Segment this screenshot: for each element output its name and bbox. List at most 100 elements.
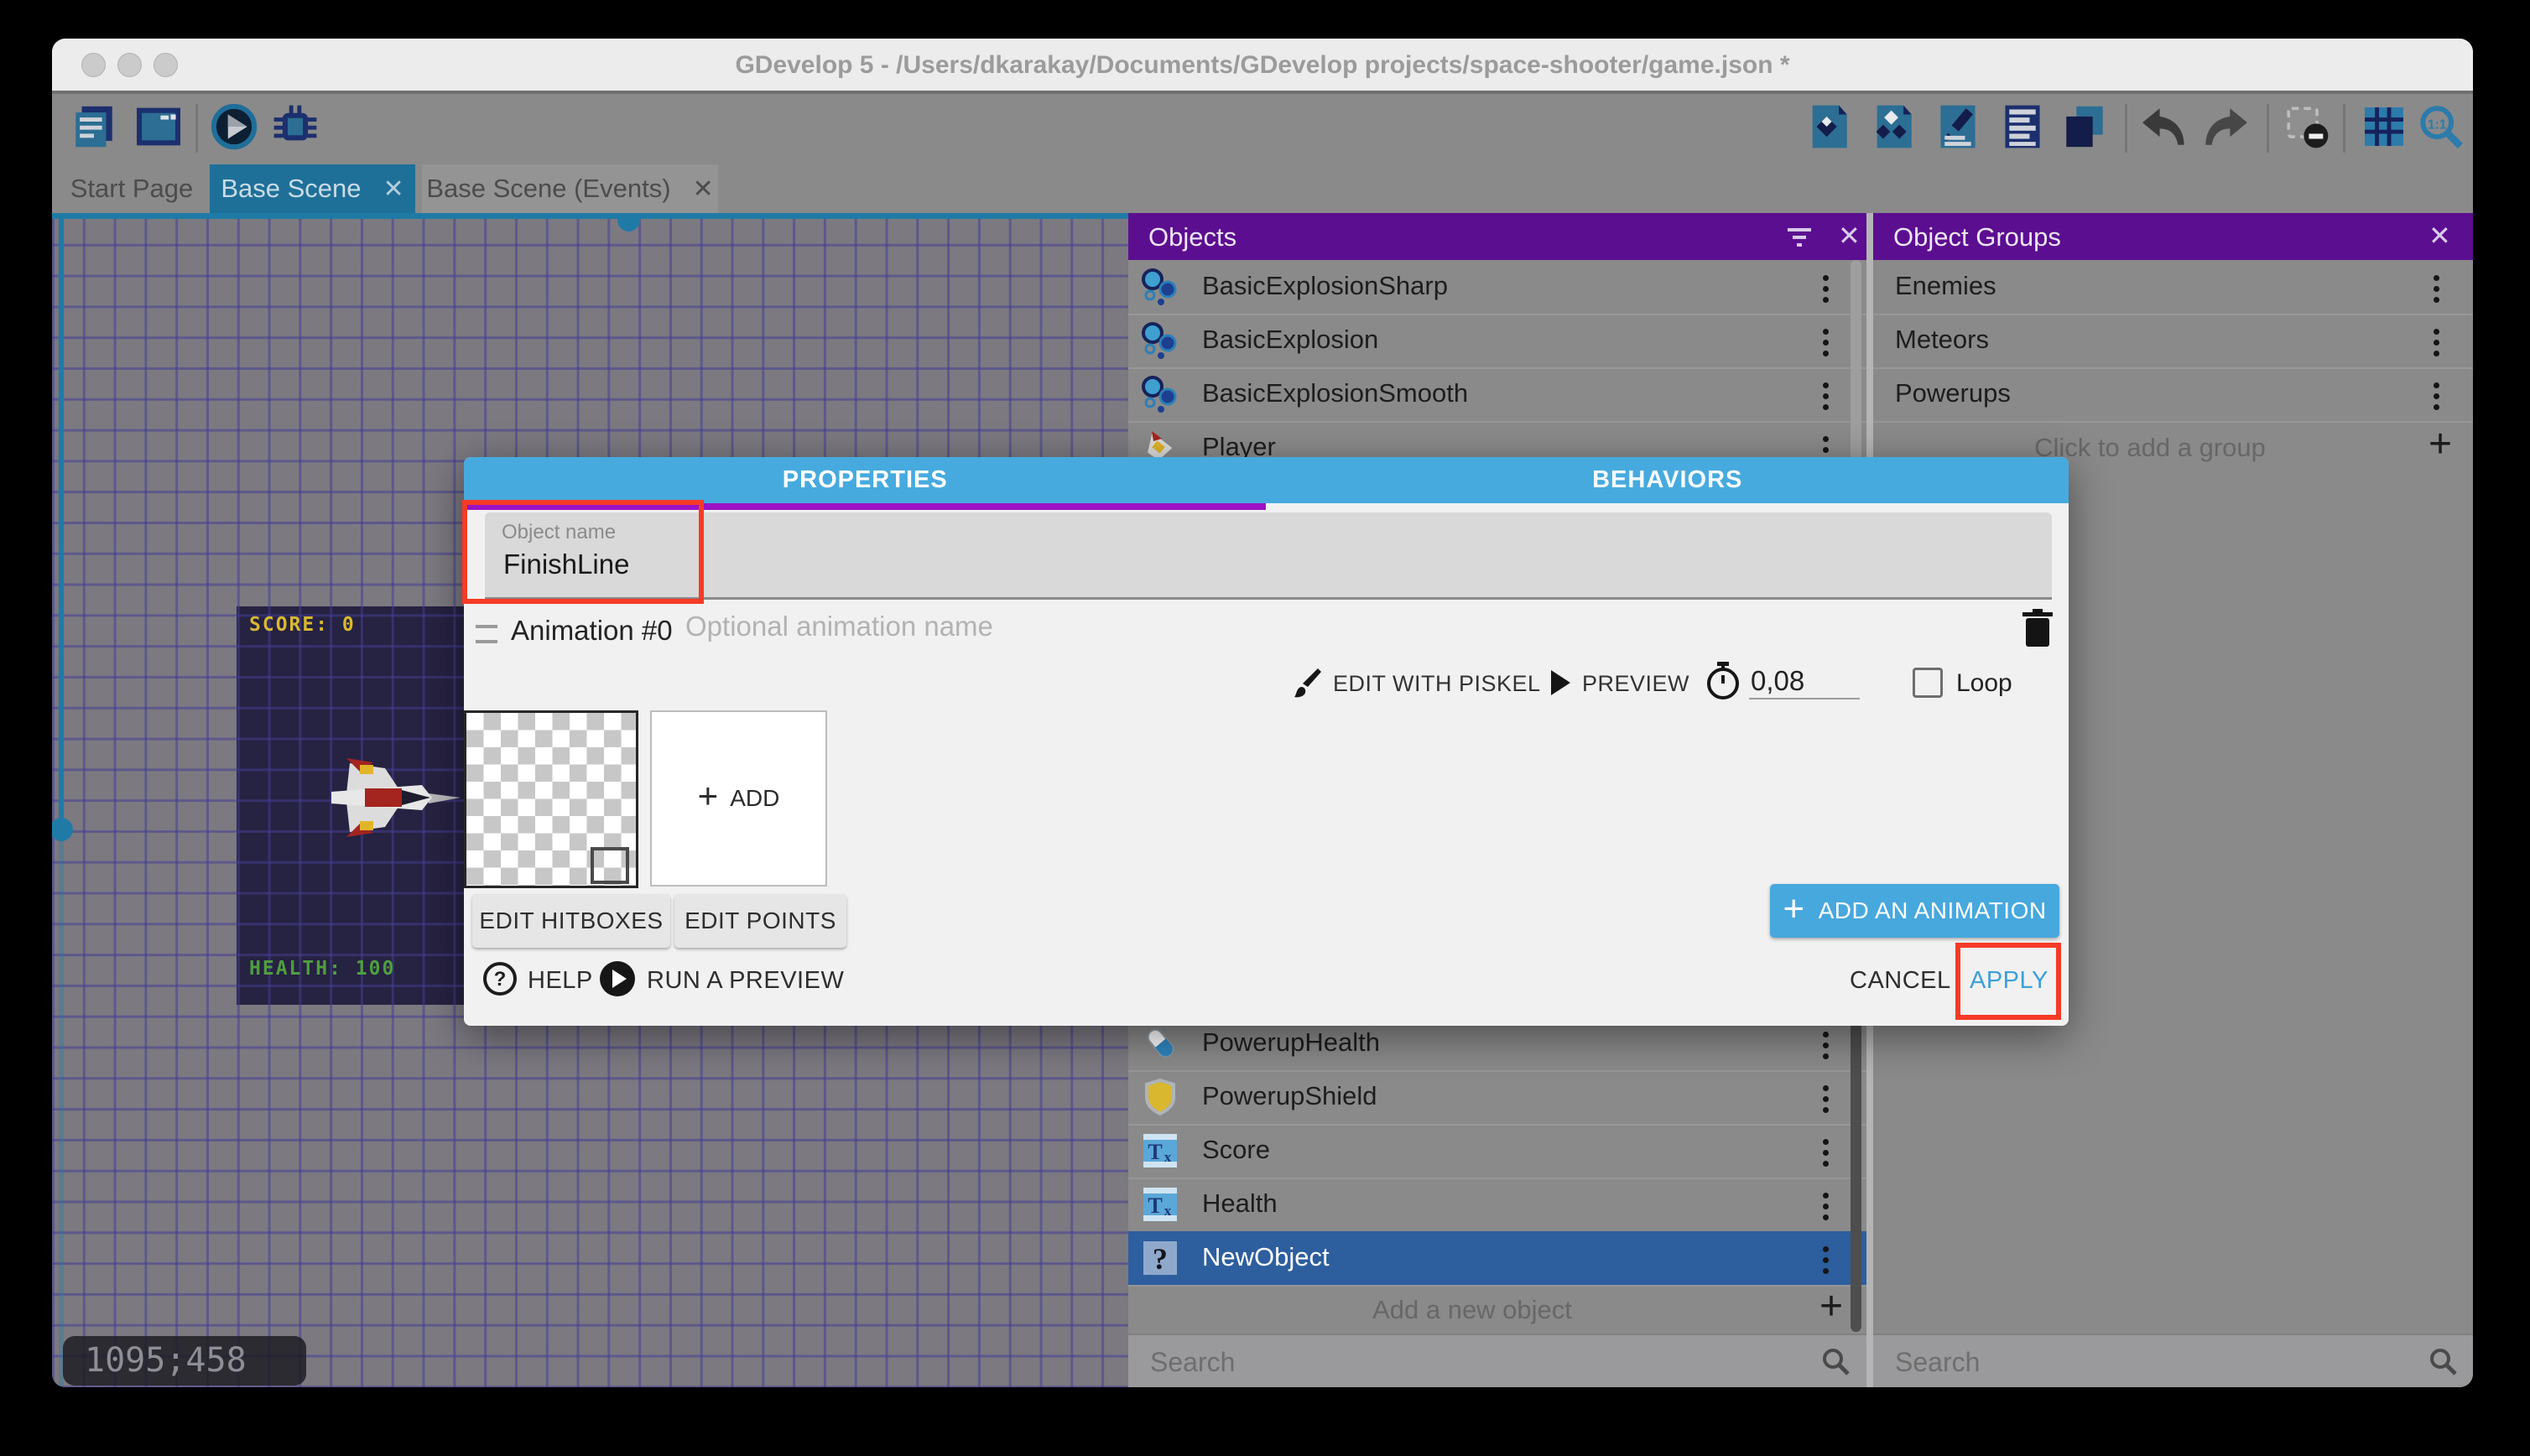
loop-checkbox[interactable] [1913,668,1943,698]
vertical-scrollbar[interactable] [59,213,64,840]
frame-selection-box [591,847,629,884]
window-title: GDevelop 5 - /Users/dkarakay/Documents/G… [52,51,2473,80]
object-row[interactable]: BasicExplosion [1128,314,1866,369]
object-row[interactable]: Tx Score [1128,1124,1866,1179]
toolbar-divider [2343,104,2345,153]
run-preview-icon [598,959,637,998]
title-bar: GDevelop 5 - /Users/dkarakay/Documents/G… [52,39,2473,94]
run-preview-icon[interactable] [210,102,258,151]
main-toolbar: 1:1 [52,94,2473,164]
group-row[interactable]: Meteors [1873,314,2473,369]
object-label: BasicExplosionSmooth [1202,367,1468,419]
object-properties-dialog: PROPERTIES BEHAVIORS Object name Animati… [464,457,2069,1026]
horizontal-scrollbar[interactable] [52,213,1128,219]
layers-icon[interactable] [2060,102,2109,151]
edit-points-button[interactable]: EDIT POINTS [674,894,846,948]
frame-time-wrapper [1749,664,1856,699]
deselect-instances-icon[interactable] [2283,102,2331,151]
row-menu-icon[interactable] [1823,275,1829,281]
object-row[interactable]: PowerupShield [1128,1070,1866,1126]
animation-frame-thumbnail[interactable] [464,710,638,888]
animation-name-input[interactable] [684,610,1442,643]
row-menu-icon[interactable] [1823,382,1829,388]
filter-icon[interactable] [1784,225,1814,250]
redo-icon[interactable] [2204,102,2252,151]
cancel-button[interactable]: CANCEL [1850,967,1951,995]
shield-icon [1140,1077,1180,1117]
row-menu-icon[interactable] [2434,275,2439,281]
object-row[interactable]: BasicExplosionSharp [1128,260,1866,315]
row-menu-icon[interactable] [1823,1085,1829,1091]
add-new-object-row[interactable]: Add a new object + [1128,1285,1866,1334]
cursor-coordinates-badge: 1095;458 [63,1336,306,1386]
row-menu-icon[interactable] [1823,1193,1829,1199]
object-label: BasicExplosion [1202,314,1378,366]
group-row[interactable]: Enemies [1873,260,2473,315]
row-menu-icon[interactable] [1823,1246,1829,1252]
object-label: Score [1202,1124,1270,1176]
scene-edit-icon[interactable] [1934,102,1982,151]
svg-text:?: ? [494,968,507,991]
search-icon [2427,1345,2459,1377]
close-icon[interactable]: ✕ [693,174,714,204]
row-menu-icon[interactable] [2434,382,2439,388]
add-frame-label: ADD [730,785,779,812]
tab-base-scene[interactable]: Base Scene ✕ [210,164,415,213]
player-ship-instance[interactable] [321,755,466,840]
group-row[interactable]: Powerups [1873,367,2473,423]
plus-icon: + [1783,891,1804,928]
tab-properties[interactable]: PROPERTIES [464,457,1267,503]
editor-tab-bar: Start Page Base Scene ✕ Base Scene (Even… [52,164,2473,213]
close-icon[interactable]: ✕ [383,174,404,204]
properties-list-icon[interactable] [1998,102,2047,151]
brush-icon [1293,667,1323,699]
object-row-selected[interactable]: ? NewObject [1128,1231,1866,1287]
animation-title: Animation #0 [511,615,673,647]
explosion-icon [1140,374,1180,414]
preview-button[interactable]: PREVIEW [1582,671,1689,697]
annotation-box-object-name [462,500,704,604]
row-menu-icon[interactable] [1823,329,1829,335]
objects-search-bar [1128,1334,1866,1387]
add-animation-button[interactable]: + ADD AN ANIMATION [1770,884,2059,938]
row-menu-icon[interactable] [1823,436,1829,442]
toggle-grid-icon[interactable] [2360,102,2408,151]
object-row[interactable]: BasicExplosionSmooth [1128,367,1866,423]
frame-time-input[interactable] [1749,664,1860,699]
tab-base-scene-events[interactable]: Base Scene (Events) ✕ [422,164,718,213]
start-page-icon[interactable] [134,102,183,151]
help-button[interactable]: HELP [528,967,593,995]
tab-behaviors[interactable]: BEHAVIORS [1267,457,2069,503]
close-icon[interactable]: ✕ [1838,220,1861,252]
toolbar-divider [2125,104,2127,153]
row-menu-icon[interactable] [1823,1139,1829,1145]
instances-editor-icon[interactable] [1869,102,1918,151]
text-object-icon: Tx [1140,1184,1180,1225]
object-label: BasicExplosionSharp [1202,260,1448,312]
score-text-instance[interactable]: SCORE: 0 [249,614,356,636]
objects-search-input[interactable] [1148,1342,1668,1382]
tab-label: Base Scene (Events) [426,174,670,204]
row-menu-icon[interactable] [2434,329,2439,335]
drag-handle-icon[interactable] [476,625,497,643]
delete-animation-button[interactable] [2021,608,2054,648]
object-row[interactable]: Tx Health [1128,1178,1866,1233]
zoom-1-1-icon[interactable]: 1:1 [2417,102,2465,151]
health-text-instance[interactable]: HEALTH: 100 [249,958,395,980]
run-a-preview-button[interactable]: RUN A PREVIEW [647,967,844,995]
debugger-icon[interactable] [271,102,320,151]
edit-with-piskel-button[interactable]: EDIT WITH PISKEL [1333,671,1541,697]
project-manager-icon[interactable] [70,102,118,151]
undo-icon[interactable] [2137,102,2186,151]
groups-search-input[interactable] [1893,1342,2317,1382]
objects-editor-icon[interactable] [1804,102,1853,151]
row-menu-icon[interactable] [1823,1032,1829,1037]
close-icon[interactable]: ✕ [2428,220,2451,252]
help-icon: ? [482,961,518,996]
edit-hitboxes-button[interactable]: EDIT HITBOXES [472,894,670,948]
tab-label: Start Page [70,174,193,204]
add-frame-button[interactable]: + ADD [650,710,827,887]
tab-start-page[interactable]: Start Page [60,164,203,213]
object-name-field[interactable]: Object name [485,512,2052,600]
panel-title: Object Groups [1893,222,2061,252]
